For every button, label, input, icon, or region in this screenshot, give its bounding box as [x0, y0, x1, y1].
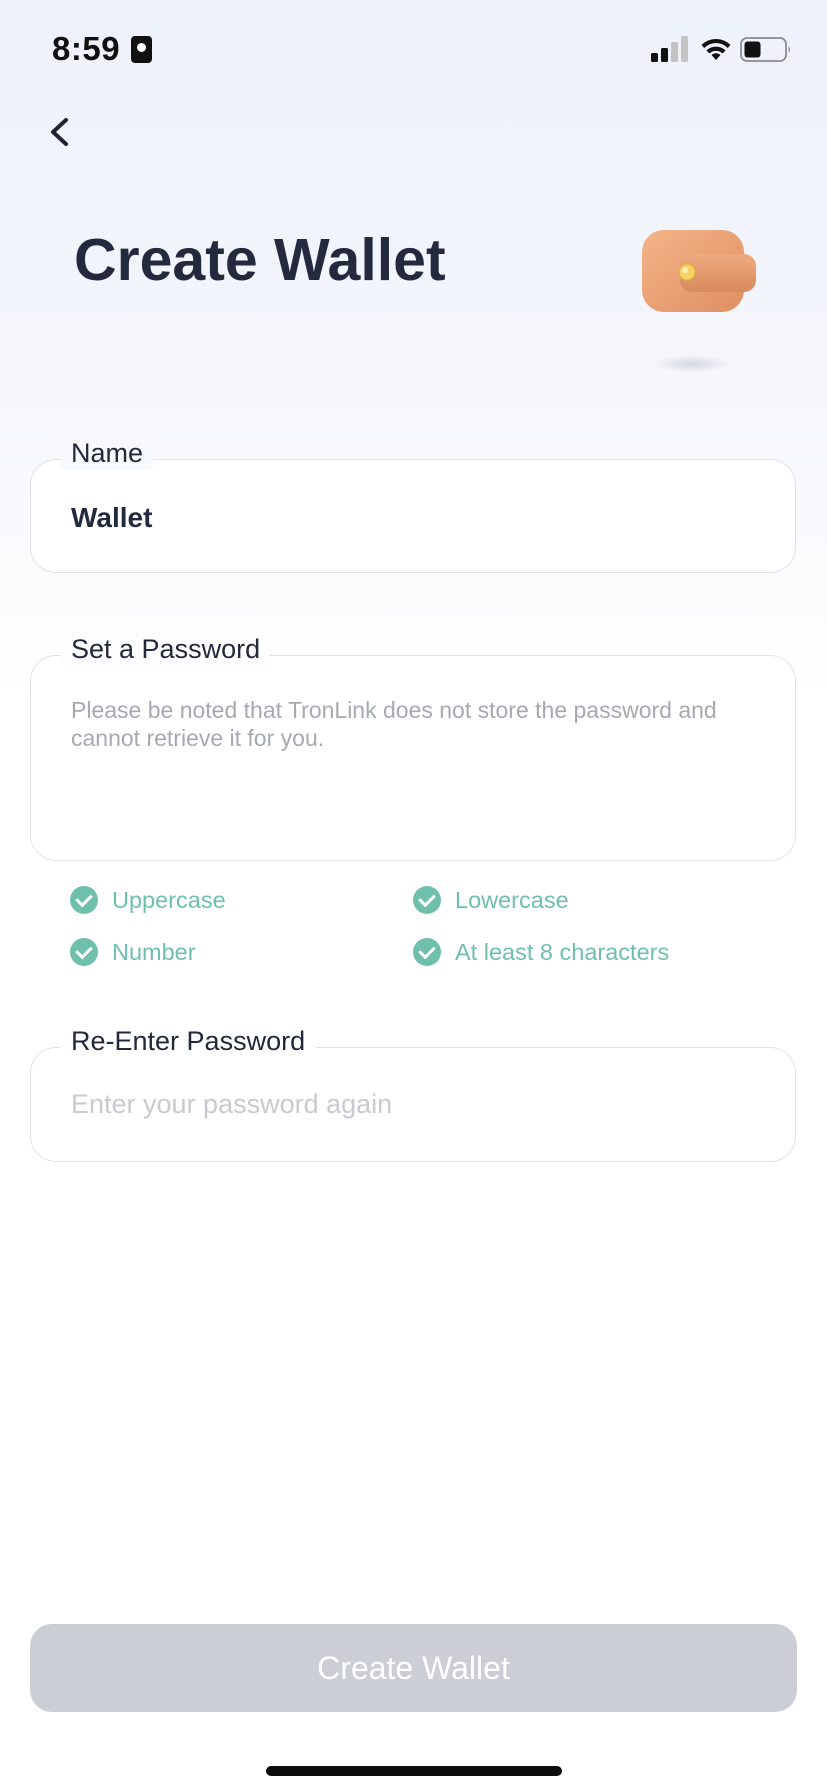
- battery-icon: [740, 37, 790, 62]
- reenter-password-input[interactable]: [71, 1084, 755, 1124]
- requirement-label: Lowercase: [455, 886, 569, 913]
- id-badge-icon: [131, 36, 152, 63]
- requirement-number: Number: [70, 938, 196, 966]
- password-label: Set a Password: [61, 634, 271, 665]
- wifi-icon: [701, 38, 731, 60]
- check-circle-icon: [70, 938, 98, 966]
- reenter-password-field[interactable]: Re-Enter Password: [30, 1026, 796, 1162]
- password-field[interactable]: Set a Password: [30, 634, 796, 861]
- requirement-label: At least 8 characters: [455, 938, 670, 965]
- requirement-uppercase: Uppercase: [70, 886, 226, 914]
- check-circle-icon: [413, 886, 441, 914]
- page-title: Create Wallet: [74, 227, 446, 293]
- wallet-name-field[interactable]: Name Wallet: [30, 438, 796, 573]
- create-wallet-button[interactable]: Create Wallet: [30, 1624, 797, 1712]
- password-input[interactable]: [71, 696, 755, 836]
- signal-icon: [651, 36, 688, 62]
- requirement-label: Number: [112, 938, 196, 965]
- status-time: 8:59: [52, 30, 121, 67]
- check-circle-icon: [70, 886, 98, 914]
- wallet-illustration: [642, 230, 756, 373]
- requirement-min-length: At least 8 characters: [413, 938, 669, 966]
- chevron-left-icon: [51, 118, 68, 146]
- wallet-name-label: Name: [61, 438, 154, 469]
- reenter-password-label: Re-Enter Password: [61, 1026, 316, 1057]
- requirement-label: Uppercase: [112, 886, 226, 913]
- home-indicator[interactable]: [266, 1766, 562, 1776]
- requirement-lowercase: Lowercase: [413, 886, 569, 914]
- check-circle-icon: [413, 938, 441, 966]
- back-button[interactable]: [40, 108, 84, 156]
- wallet-name-value[interactable]: Wallet: [71, 502, 152, 534]
